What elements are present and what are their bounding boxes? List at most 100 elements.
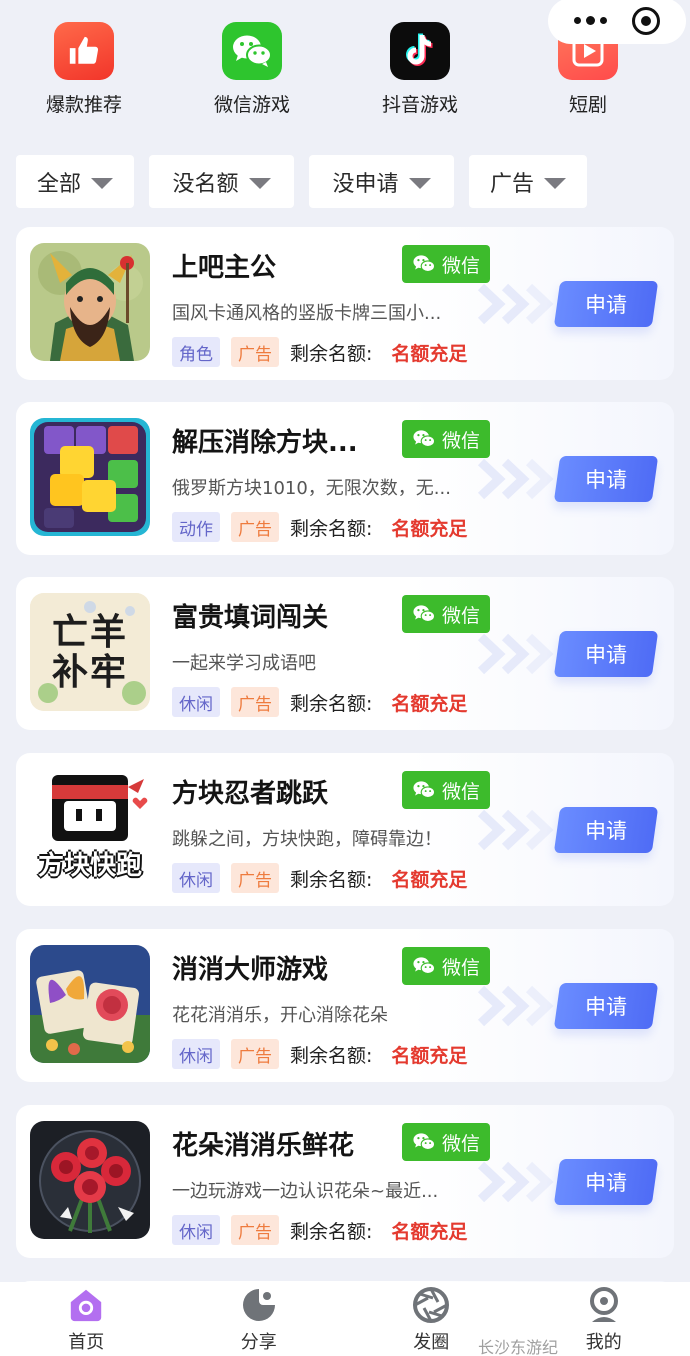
warrior-thumbnail bbox=[30, 243, 150, 361]
game-title: 解压消除方块... bbox=[172, 428, 358, 458]
game-description: 俄罗斯方块1010，无限次数，无... bbox=[172, 478, 451, 499]
apply-button[interactable]: 申请 bbox=[553, 807, 659, 853]
profile-icon bbox=[585, 1286, 623, 1324]
ninja-thumbnail: 方块快跑 bbox=[30, 769, 150, 887]
filter-label: 没申请 bbox=[332, 171, 399, 197]
platform-badge: 微信 bbox=[402, 595, 490, 633]
game-card[interactable]: 解压消除方块... 微信 俄罗斯方块1010，无限次数，无... 动作 广告 剩… bbox=[16, 402, 674, 555]
filter-ads[interactable]: 广告 bbox=[469, 155, 587, 208]
home-icon bbox=[67, 1286, 105, 1324]
tab-home[interactable]: 首页 bbox=[0, 1282, 173, 1356]
apply-label: 申请 bbox=[585, 643, 627, 667]
quota-label: 剩余名额: bbox=[290, 692, 373, 715]
category-wechat[interactable]: 微信游戏 bbox=[168, 22, 336, 122]
tab-label: 分享 bbox=[240, 1332, 277, 1353]
tab-label: 首页 bbox=[68, 1332, 105, 1353]
idiom-thumbnail: 亡羊补牢 bbox=[30, 593, 150, 711]
tab-share[interactable]: 分享 bbox=[173, 1282, 346, 1356]
butterfly-rose-thumbnail bbox=[30, 945, 150, 1063]
quota-label: 剩余名额: bbox=[290, 342, 373, 365]
game-card[interactable]: 亡羊补牢 富贵填词闯关 微信 一起来学习成语吧 休闲 广告 剩余名额: 名额充足… bbox=[16, 577, 674, 730]
game-tags: 休闲 广告 剩余名额: 名额充足 bbox=[172, 687, 467, 717]
apply-label: 申请 bbox=[585, 468, 627, 492]
mini-program-capsule bbox=[548, 0, 686, 44]
category-label: 爆款推荐 bbox=[45, 94, 122, 116]
caret-down-icon bbox=[248, 177, 271, 189]
platform-label: 微信 bbox=[441, 254, 480, 277]
apply-button[interactable]: 申请 bbox=[553, 983, 659, 1029]
filter-no-quota[interactable]: 没名额 bbox=[149, 155, 294, 208]
apply-button[interactable]: 申请 bbox=[553, 631, 659, 677]
game-title: 花朵消消乐鲜花 bbox=[172, 1131, 355, 1161]
ad-tag: 广告 bbox=[231, 863, 279, 893]
chevrons-right-icon bbox=[477, 985, 554, 1027]
game-description: 花花消消乐，开心消除花朵 bbox=[172, 1005, 388, 1026]
apply-button[interactable]: 申请 bbox=[553, 456, 659, 502]
bottom-tab-bar: 首页 分享 发圈 我的 bbox=[0, 1282, 690, 1356]
platform-label: 微信 bbox=[441, 780, 480, 803]
wechat-icon bbox=[413, 1133, 436, 1151]
wechat-icon bbox=[413, 781, 436, 799]
filter-not-applied[interactable]: 没申请 bbox=[309, 155, 454, 208]
filter-all[interactable]: 全部 bbox=[16, 155, 134, 208]
thumbnail-text: 亡羊补牢 bbox=[51, 612, 128, 693]
game-card[interactable]: 方块快跑 方块忍者跳跃 微信 跳躲之间，方块快跑，障碍靠边！ 休闲 广告 剩余名… bbox=[16, 753, 674, 906]
wechat-icon bbox=[413, 957, 436, 975]
game-description: 一边玩游戏一边认识花朵~最近... bbox=[172, 1181, 439, 1202]
ad-tag: 广告 bbox=[231, 1039, 279, 1069]
wechat-icon bbox=[222, 22, 282, 80]
game-card[interactable]: 花朵消消乐鲜花 微信 一边玩游戏一边认识花朵~最近... 休闲 广告 剩余名额:… bbox=[16, 1105, 674, 1258]
game-description: 一起来学习成语吧 bbox=[172, 653, 316, 674]
platform-badge: 微信 bbox=[402, 771, 490, 809]
quota-value: 名额充足 bbox=[391, 342, 468, 365]
platform-badge: 微信 bbox=[402, 245, 490, 283]
game-description: 跳躲之间，方块快跑，障碍靠边！ bbox=[172, 829, 442, 850]
caret-down-icon bbox=[91, 177, 113, 189]
tab-label: 我的 bbox=[585, 1332, 622, 1353]
platform-badge: 微信 bbox=[402, 1123, 490, 1161]
apply-label: 申请 bbox=[585, 995, 627, 1019]
apply-button[interactable]: 申请 bbox=[553, 281, 659, 327]
game-card[interactable]: 消消大师游戏 微信 花花消消乐，开心消除花朵 休闲 广告 剩余名额: 名额充足 … bbox=[16, 929, 674, 1082]
category-hot[interactable]: 爆款推荐 bbox=[0, 22, 168, 122]
game-tags: 休闲 广告 剩余名额: 名额充足 bbox=[172, 863, 467, 893]
game-card[interactable]: 上吧主公 微信 国风卡通风格的竖版卡牌三国小... 角色 广告 剩余名额: 名额… bbox=[16, 227, 674, 380]
caret-down-icon bbox=[544, 177, 566, 189]
platform-badge: 微信 bbox=[402, 420, 490, 458]
game-title: 消消大师游戏 bbox=[172, 955, 329, 985]
wechat-icon bbox=[413, 430, 436, 448]
more-menu-icon[interactable] bbox=[574, 16, 608, 25]
type-tag: 休闲 bbox=[172, 1039, 220, 1069]
type-tag: 动作 bbox=[172, 512, 220, 542]
category-douyin[interactable]: 抖音游戏 bbox=[336, 22, 504, 122]
share-icon bbox=[240, 1286, 278, 1324]
chevrons-right-icon bbox=[477, 633, 554, 675]
type-tag: 休闲 bbox=[172, 1215, 220, 1245]
game-title: 富贵填词闯关 bbox=[172, 603, 329, 633]
watermark-text: 长沙东游纪 bbox=[478, 1338, 559, 1356]
wechat-icon bbox=[413, 255, 436, 273]
ad-tag: 广告 bbox=[231, 512, 279, 542]
filter-bar: 全部 没名额 没申请 广告 bbox=[16, 155, 587, 208]
chevrons-right-icon bbox=[477, 283, 554, 325]
platform-label: 微信 bbox=[441, 604, 480, 627]
tab-label: 发圈 bbox=[413, 1332, 450, 1353]
apply-label: 申请 bbox=[585, 1171, 627, 1195]
game-description: 国风卡通风格的竖版卡牌三国小... bbox=[172, 303, 442, 324]
quota-value: 名额充足 bbox=[391, 868, 468, 891]
ad-tag: 广告 bbox=[231, 687, 279, 717]
wechat-icon bbox=[413, 605, 436, 623]
quota-label: 剩余名额: bbox=[290, 517, 373, 540]
type-tag: 角色 bbox=[172, 337, 220, 367]
close-miniprogram-icon[interactable] bbox=[631, 7, 660, 35]
filter-label: 广告 bbox=[489, 171, 534, 197]
roses-thumbnail bbox=[30, 1121, 150, 1239]
quota-label: 剩余名额: bbox=[290, 1044, 373, 1067]
game-tags: 休闲 广告 剩余名额: 名额充足 bbox=[172, 1215, 467, 1245]
apply-button[interactable]: 申请 bbox=[553, 1159, 659, 1205]
chevrons-right-icon bbox=[477, 809, 554, 851]
quota-label: 剩余名额: bbox=[290, 868, 373, 891]
quota-value: 名额充足 bbox=[391, 692, 468, 715]
game-title: 上吧主公 bbox=[172, 253, 277, 283]
blocks-thumbnail bbox=[30, 418, 150, 536]
